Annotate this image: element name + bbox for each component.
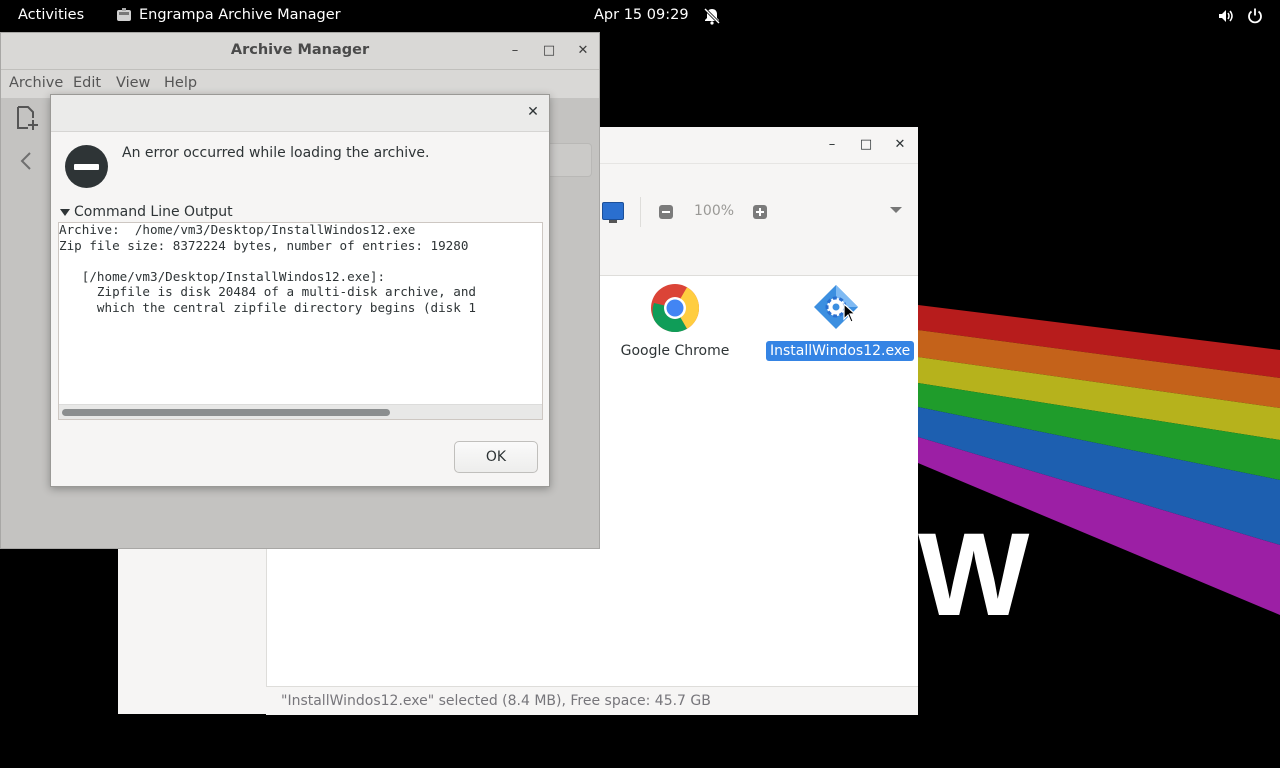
expander-label: Command Line Output <box>74 204 233 220</box>
close-icon[interactable]: ✕ <box>575 43 591 59</box>
app-name: Engrampa Archive Manager <box>139 7 341 23</box>
toolbar-separator <box>640 197 641 227</box>
new-archive-icon[interactable] <box>15 105 39 131</box>
top-bar: Activities Engrampa Archive Manager Apr … <box>0 0 1280 32</box>
close-icon[interactable]: ✕ <box>525 104 541 120</box>
command-output-textview[interactable]: Archive: /home/vm3/Desktop/InstallWindos… <box>58 222 543 420</box>
app-menu[interactable]: Engrampa Archive Manager <box>116 7 341 23</box>
wallpaper-letter: W <box>918 509 1030 641</box>
scrollbar-thumb[interactable] <box>62 409 390 416</box>
desktop-item-label: Google Chrome <box>620 343 730 359</box>
horizontal-scrollbar[interactable] <box>59 404 542 419</box>
desktop-item-chrome[interactable]: Google Chrome <box>616 283 734 361</box>
zoom-out-icon[interactable] <box>659 205 673 219</box>
power-icon[interactable] <box>1246 7 1264 25</box>
archive-manager-icon <box>116 8 132 22</box>
menu-view[interactable]: View <box>116 75 150 91</box>
desktop-item-installwindos12[interactable]: InstallWindos12.exe <box>766 283 915 361</box>
status-text: "InstallWindos12.exe" selected (8.4 MB),… <box>281 693 711 709</box>
close-icon[interactable]: ✕ <box>892 137 908 153</box>
error-dialog: ✕ An error occurred while loading the ar… <box>50 94 550 487</box>
zoom-level[interactable]: 100% <box>694 203 734 219</box>
minimize-icon[interactable]: – <box>824 137 840 153</box>
desktop-view-icon[interactable] <box>602 202 624 223</box>
triangle-down-icon <box>60 208 70 216</box>
back-arrow-icon[interactable] <box>17 151 35 171</box>
zoom-in-icon[interactable] <box>753 205 767 219</box>
archive-manager-titlebar: Archive Manager – □ ✕ <box>1 33 599 70</box>
mouse-pointer-icon <box>843 303 857 323</box>
dialog-titlebar: ✕ <box>51 95 549 132</box>
maximize-icon[interactable]: □ <box>858 137 874 153</box>
desktop-item-label: InstallWindos12.exe <box>766 341 915 361</box>
command-output-expander[interactable]: Command Line Output <box>60 204 233 220</box>
chevron-down-icon[interactable] <box>890 207 902 213</box>
chrome-icon <box>651 284 699 333</box>
menu-archive[interactable]: Archive <box>9 75 63 91</box>
command-output-text: Archive: /home/vm3/Desktop/InstallWindos… <box>59 222 477 315</box>
volume-icon[interactable] <box>1217 7 1235 25</box>
activities-button[interactable]: Activities <box>18 7 84 23</box>
maximize-icon[interactable]: □ <box>541 43 557 59</box>
minimize-icon[interactable]: – <box>507 43 523 59</box>
menu-edit[interactable]: Edit <box>73 75 101 91</box>
location-bar[interactable] <box>546 143 592 177</box>
clock[interactable]: Apr 15 09:29 <box>594 7 689 23</box>
ok-button[interactable]: OK <box>454 441 538 473</box>
error-icon <box>65 145 108 188</box>
status-bar: "InstallWindos12.exe" selected (8.4 MB),… <box>266 686 918 715</box>
notifications-off-icon[interactable] <box>703 7 721 25</box>
menu-help[interactable]: Help <box>164 75 197 91</box>
error-message: An error occurred while loading the arch… <box>122 145 430 161</box>
